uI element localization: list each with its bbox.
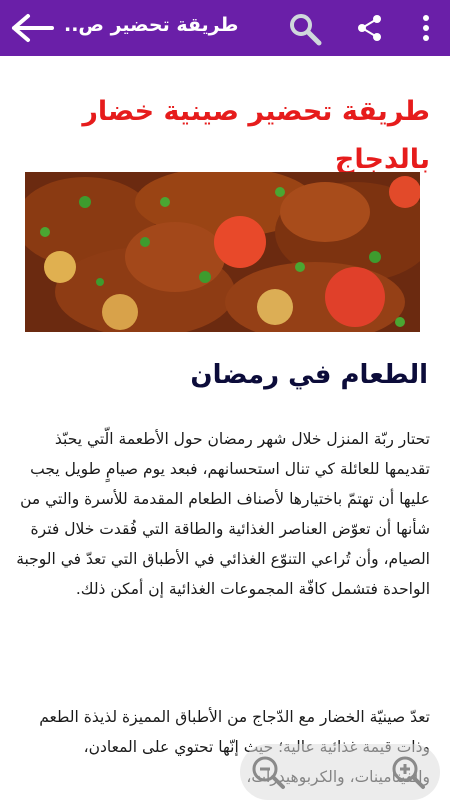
app-bar: طريقة تحضير ص.. bbox=[0, 0, 450, 56]
zoom-controls bbox=[240, 744, 440, 800]
arrow-back-icon[interactable] bbox=[10, 12, 54, 44]
app-bar-title: طريقة تحضير ص.. bbox=[64, 14, 239, 36]
chicken-vegetables-photo bbox=[25, 172, 420, 332]
share-icon[interactable] bbox=[356, 14, 384, 42]
more-vert-icon[interactable] bbox=[418, 12, 434, 44]
search-icon[interactable] bbox=[288, 12, 322, 46]
zoom-out-icon[interactable] bbox=[250, 754, 286, 790]
paragraph: تحتار ربّة المنزل خلال شهر رمضان حول الأ… bbox=[16, 430, 430, 598]
section-title: الطعام في رمضان bbox=[190, 360, 428, 390]
article-content[interactable]: طريقة تحضير صينية خضار بالدجاج الطعام في… bbox=[0, 56, 450, 800]
zoom-in-icon[interactable] bbox=[390, 754, 426, 790]
article-title: طريقة تحضير صينية خضار بالدجاج bbox=[82, 96, 430, 175]
